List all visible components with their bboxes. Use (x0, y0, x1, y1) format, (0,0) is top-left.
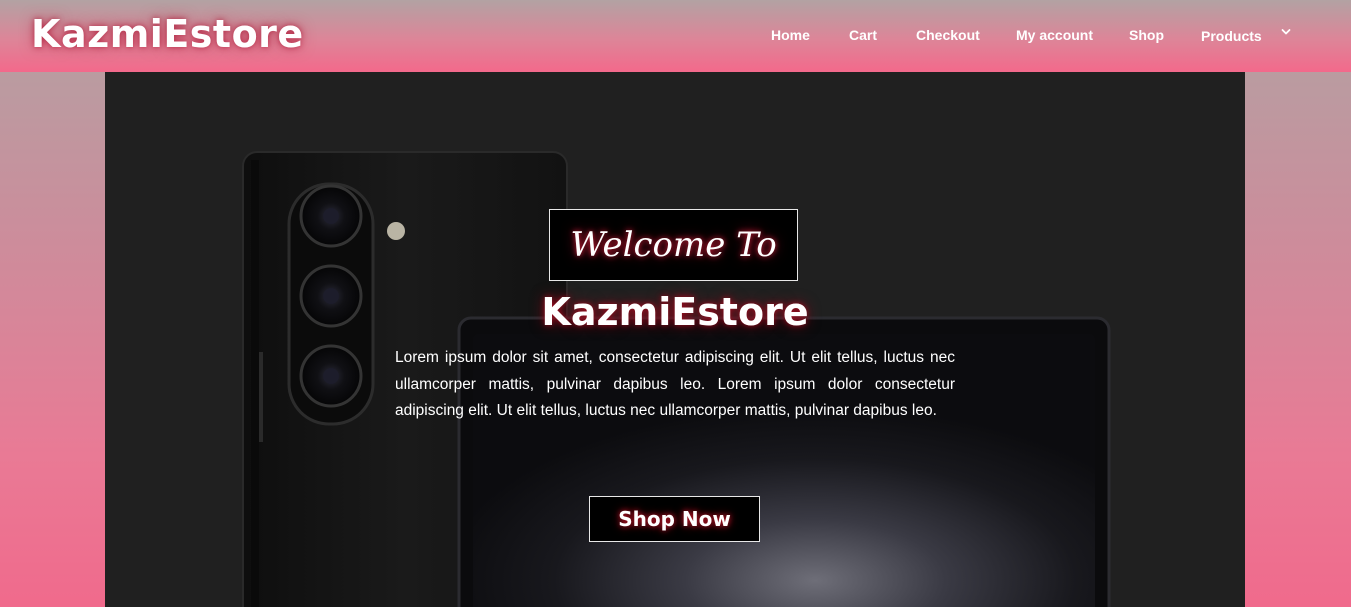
nav-item-cart[interactable]: Cart (849, 27, 877, 43)
nav-item-products[interactable]: Products (1201, 28, 1262, 44)
hero-banner: Welcome To KazmiEstore Lorem ipsum dolor… (105, 72, 1245, 607)
nav-item-shop[interactable]: Shop (1129, 27, 1164, 43)
nav-item-my-account[interactable]: My account (1016, 27, 1093, 43)
site-logo[interactable]: KazmiEstore (31, 12, 304, 56)
welcome-heading: Welcome To (570, 225, 777, 265)
nav-item-checkout[interactable]: Checkout (916, 27, 980, 43)
site-header: KazmiEstore Home Cart Checkout My accoun… (0, 0, 1351, 72)
hero-title: KazmiEstore (541, 290, 809, 334)
chevron-down-icon[interactable] (1281, 27, 1291, 37)
hero-description: Lorem ipsum dolor sit amet, consectetur … (395, 349, 955, 419)
shop-now-label: Shop Now (618, 507, 731, 531)
shop-now-button[interactable]: Shop Now (589, 496, 760, 542)
nav-item-home[interactable]: Home (771, 27, 810, 43)
welcome-box: Welcome To (549, 209, 798, 281)
